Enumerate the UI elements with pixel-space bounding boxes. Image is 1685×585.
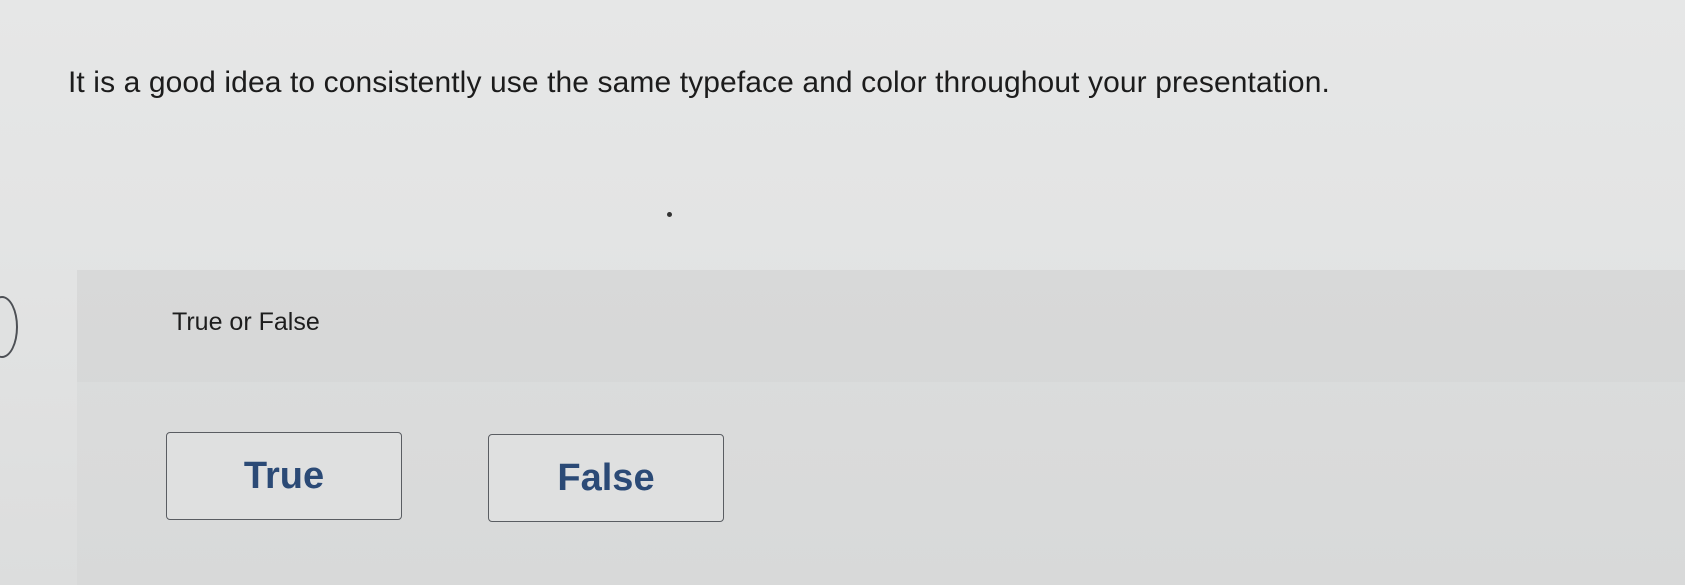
question-text: It is a good idea to consistently use th… xyxy=(68,66,1330,99)
question-type-label: True or False xyxy=(172,308,320,336)
false-button[interactable]: False xyxy=(488,434,724,522)
side-handle[interactable] xyxy=(0,296,18,358)
true-button[interactable]: True xyxy=(166,432,402,520)
screen-speck xyxy=(667,212,672,217)
answer-panel: True or False True False xyxy=(77,270,1685,585)
